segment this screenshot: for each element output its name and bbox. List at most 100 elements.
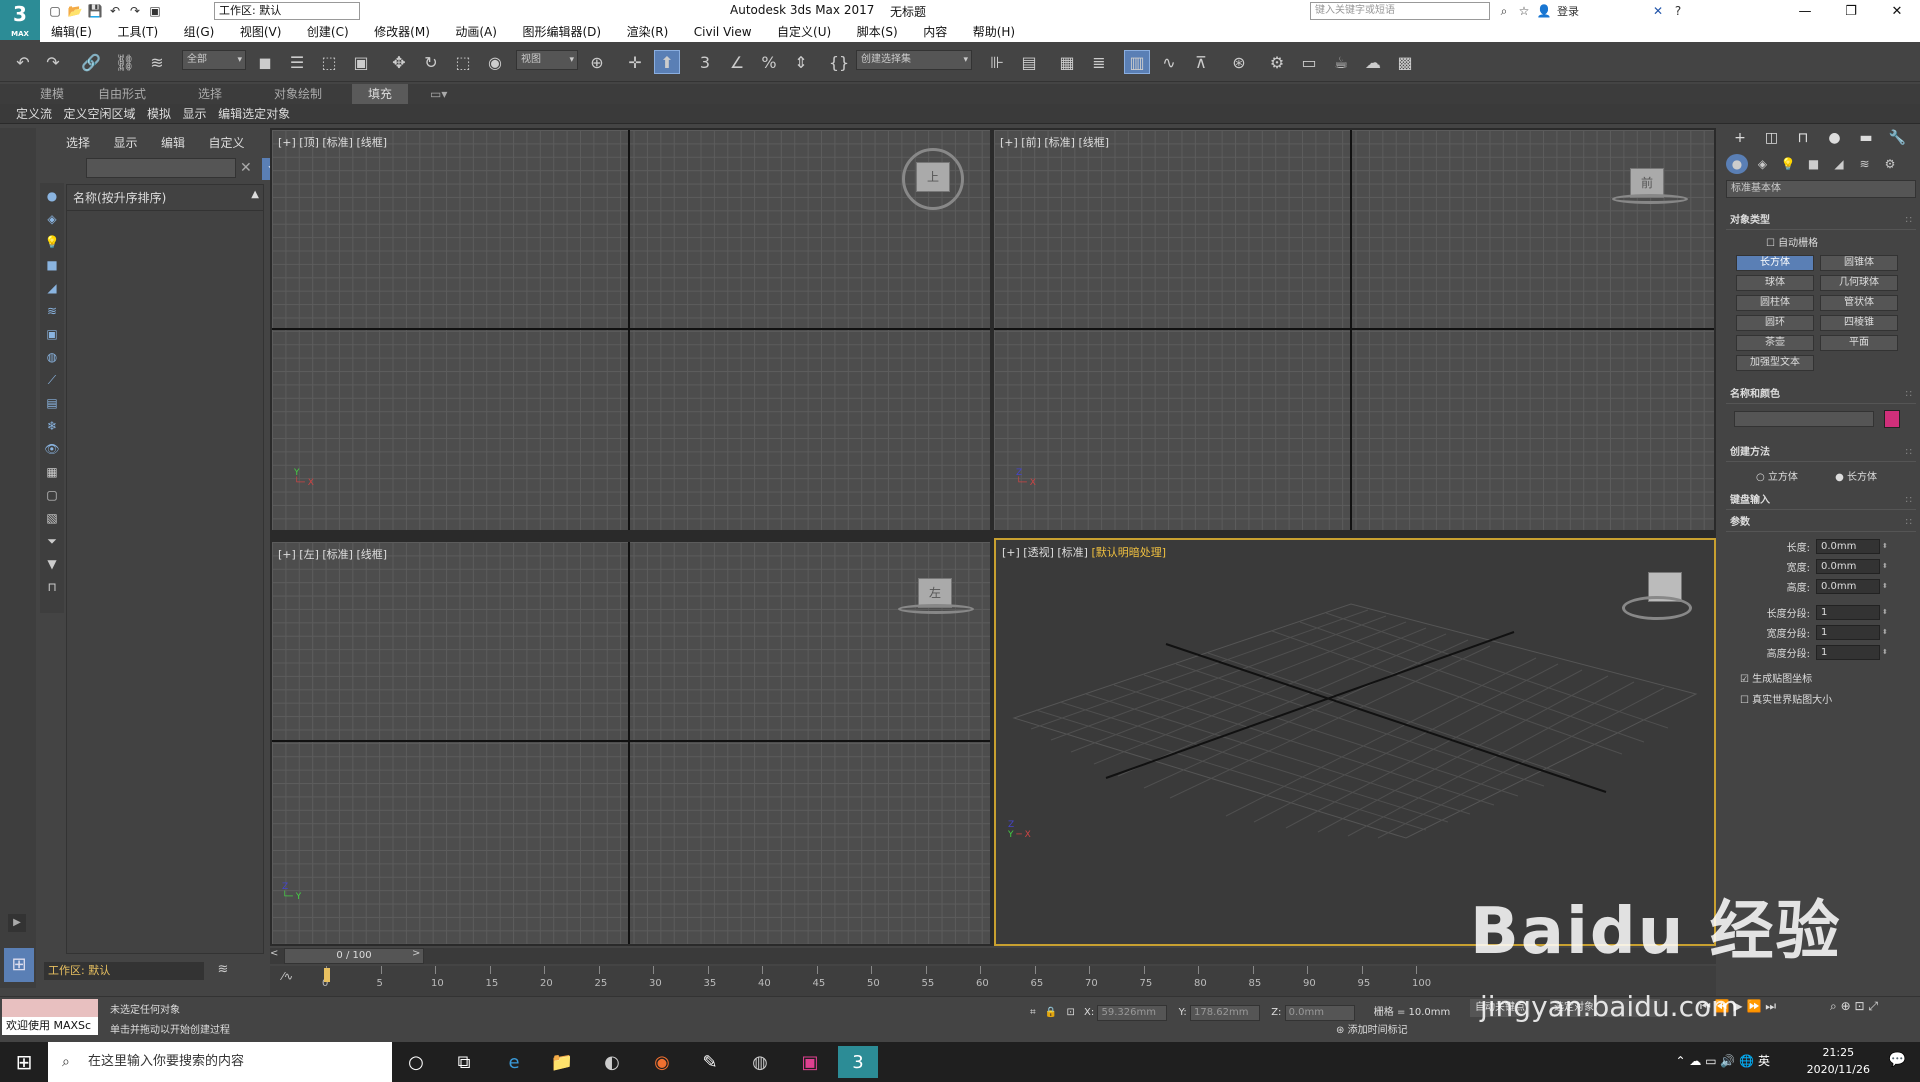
minimize-icon[interactable]: —	[1782, 0, 1828, 22]
ribbon-tab-modeling[interactable]: 建模	[40, 84, 64, 104]
layer-explorer-icon[interactable]: ▦	[1054, 50, 1080, 74]
menu-views[interactable]: 视图(V)	[229, 22, 293, 42]
ribbon-simulate[interactable]: 模拟	[143, 104, 175, 124]
menu-civil-view[interactable]: Civil View	[683, 22, 763, 42]
autogrid-checkbox[interactable]: ☐ 自动栅格	[1726, 230, 1916, 249]
menu-group[interactable]: 组(G)	[173, 22, 226, 42]
funnel-icon[interactable]: ⏷	[42, 531, 62, 551]
absolute-mode-icon[interactable]: ⊡	[1066, 1007, 1074, 1018]
ribbon-tab-object-paint[interactable]: 对象绘制	[274, 84, 322, 104]
taskbar-search-input[interactable]: ⌕在这里输入你要搜索的内容	[48, 1042, 392, 1082]
scene-menu-display[interactable]: 显示	[114, 136, 138, 150]
tube-button[interactable]: 管状体	[1820, 295, 1898, 311]
mirror-icon[interactable]: ⊪	[984, 50, 1010, 74]
app-icon-3[interactable]: ◍	[740, 1046, 780, 1078]
spinner-icon[interactable]: ⬍	[1882, 562, 1890, 570]
move-icon[interactable]: ✥	[386, 50, 412, 74]
menu-animation[interactable]: 动画(A)	[444, 22, 508, 42]
maxscript-listener-input[interactable]	[2, 999, 98, 1017]
ribbon-define-idle-areas[interactable]: 定义空闲区域	[60, 104, 140, 124]
new-file-icon[interactable]: ▢	[46, 2, 64, 20]
invert-display-icon[interactable]: ▧	[42, 508, 62, 528]
keyboard-shortcut-override-icon[interactable]: ⬆	[654, 50, 680, 74]
display-none-icon[interactable]: ▢	[42, 485, 62, 505]
rendered-frame-window-icon[interactable]: ▭	[1296, 50, 1322, 74]
menu-tools[interactable]: 工具(T)	[106, 22, 169, 42]
ribbon-edit-selected[interactable]: 编辑选定对象	[214, 104, 294, 124]
windows-start-icon[interactable]: ⊞	[0, 1042, 48, 1082]
reference-coordinate-dropdown[interactable]: 视图	[516, 50, 578, 70]
geometry-type-dropdown[interactable]: 标准基本体	[1726, 180, 1916, 198]
creation-method-header[interactable]: 创建方法	[1726, 444, 1916, 462]
viewport-top[interactable]: [+] [顶] [标准] [线框] 上 Y└─ X	[272, 130, 990, 530]
viewport-layout-icon[interactable]: ⊞	[4, 948, 34, 982]
lock-icon[interactable]: 🔒	[1045, 1007, 1057, 1018]
spinner-icon[interactable]: ⬍	[1882, 608, 1890, 616]
lights-filter-icon[interactable]: 💡	[42, 232, 62, 252]
notifications-icon[interactable]: 💬	[1889, 1052, 1906, 1068]
viewport-front[interactable]: [+] [前] [标准] [线框] 前 Z└─ X	[994, 130, 1714, 530]
helpers-category-icon[interactable]: ◢	[1828, 154, 1850, 174]
ribbon-tab-freeform[interactable]: 自由形式	[98, 84, 146, 104]
render-setup-icon[interactable]: ⚙	[1264, 50, 1290, 74]
help-icon[interactable]: ?	[1669, 2, 1687, 20]
volume-icon[interactable]: 🔊	[1720, 1054, 1735, 1068]
close-icon[interactable]: ✕	[1874, 0, 1920, 22]
ribbon-tab-populate[interactable]: 填充	[352, 84, 408, 104]
create-tab-icon[interactable]: +	[1726, 128, 1754, 148]
name-color-header[interactable]: 名称和颜色	[1726, 386, 1916, 404]
align-icon[interactable]: ▤	[1016, 50, 1042, 74]
object-color-swatch[interactable]	[1884, 410, 1900, 428]
help-search-input[interactable]: 键入关键字或短语	[1310, 2, 1490, 20]
star-icon[interactable]: ☆	[1515, 2, 1533, 20]
project-folder-icon[interactable]: ▣	[146, 2, 164, 20]
containers-filter-icon[interactable]: ▤	[42, 393, 62, 413]
battery-icon[interactable]: ▭	[1705, 1054, 1716, 1068]
select-object-icon[interactable]: ◼	[252, 50, 278, 74]
y-coordinate[interactable]: 178.62mm	[1190, 1005, 1260, 1021]
layer-stack-icon[interactable]: ≋	[214, 962, 232, 980]
ribbon-options-icon[interactable]: ▭▾	[430, 84, 447, 104]
systems-category-icon[interactable]: ⚙	[1879, 154, 1901, 174]
curve-editor-icon[interactable]: ∿	[1156, 50, 1182, 74]
app-icon-4[interactable]: ▣	[790, 1046, 830, 1078]
render-production-icon[interactable]: ☕	[1328, 50, 1354, 74]
select-manipulate-icon[interactable]: ✛	[622, 50, 648, 74]
clear-search-icon[interactable]: ✕	[240, 160, 252, 176]
maximize-viewport-icon[interactable]: ⤢	[1868, 999, 1878, 1013]
ime-indicator[interactable]: 英	[1758, 1054, 1770, 1068]
redo-icon[interactable]: ↷	[40, 50, 66, 74]
scene-object-list[interactable]: 名称(按升序排序)▲	[66, 184, 264, 954]
ribbon-tab-selection[interactable]: 选择	[198, 84, 222, 104]
display-tab-icon[interactable]: ▬	[1852, 128, 1880, 148]
ribbon-display[interactable]: 显示	[179, 104, 211, 124]
z-coordinate[interactable]: 0.0mm	[1285, 1005, 1355, 1021]
hidden-filter-icon[interactable]: 👁	[42, 439, 62, 459]
box-radio[interactable]: ● 长方体	[1835, 472, 1877, 483]
curve-editor-mini-icon[interactable]: ⁄∿	[282, 970, 293, 983]
menu-create[interactable]: 创建(C)	[296, 22, 360, 42]
lights-category-icon[interactable]: 💡	[1777, 154, 1799, 174]
ribbon-toggle-icon[interactable]: ▥	[1124, 50, 1150, 74]
network-icon[interactable]: ☁	[1689, 1054, 1701, 1068]
geometry-filter-icon[interactable]: ●	[42, 186, 62, 206]
time-slider[interactable]: 0 / 100	[284, 948, 424, 964]
box-button[interactable]: 长方体	[1736, 255, 1814, 271]
workspace-selector[interactable]: 工作区: 默认	[44, 962, 204, 980]
expand-arrow-icon[interactable]: ▶	[8, 914, 26, 932]
rotate-icon[interactable]: ↻	[418, 50, 444, 74]
geometry-category-icon[interactable]: ●	[1726, 154, 1748, 174]
spacewarps-category-icon[interactable]: ≋	[1854, 154, 1876, 174]
xrefs-filter-icon[interactable]: ◍	[42, 347, 62, 367]
name-column-header[interactable]: 名称(按升序排序)▲	[67, 185, 263, 211]
menu-edit[interactable]: 编辑(E)	[40, 22, 103, 42]
menu-rendering[interactable]: 渲染(R)	[616, 22, 680, 42]
shapes-category-icon[interactable]: ◈	[1752, 154, 1774, 174]
cameras-filter-icon[interactable]: ■	[42, 255, 62, 275]
zoom-all-icon[interactable]: ⊕	[1841, 999, 1851, 1013]
viewport-top-label[interactable]: [+] [顶] [标准] [线框]	[278, 134, 387, 150]
display-all-icon[interactable]: ▦	[42, 462, 62, 482]
real-world-map-checkbox[interactable]: ☐ 真实世界贴图大小	[1726, 685, 1916, 706]
snaps-toggle-icon[interactable]: 3	[692, 50, 718, 74]
spinner-icon[interactable]: ⬍	[1882, 542, 1890, 550]
